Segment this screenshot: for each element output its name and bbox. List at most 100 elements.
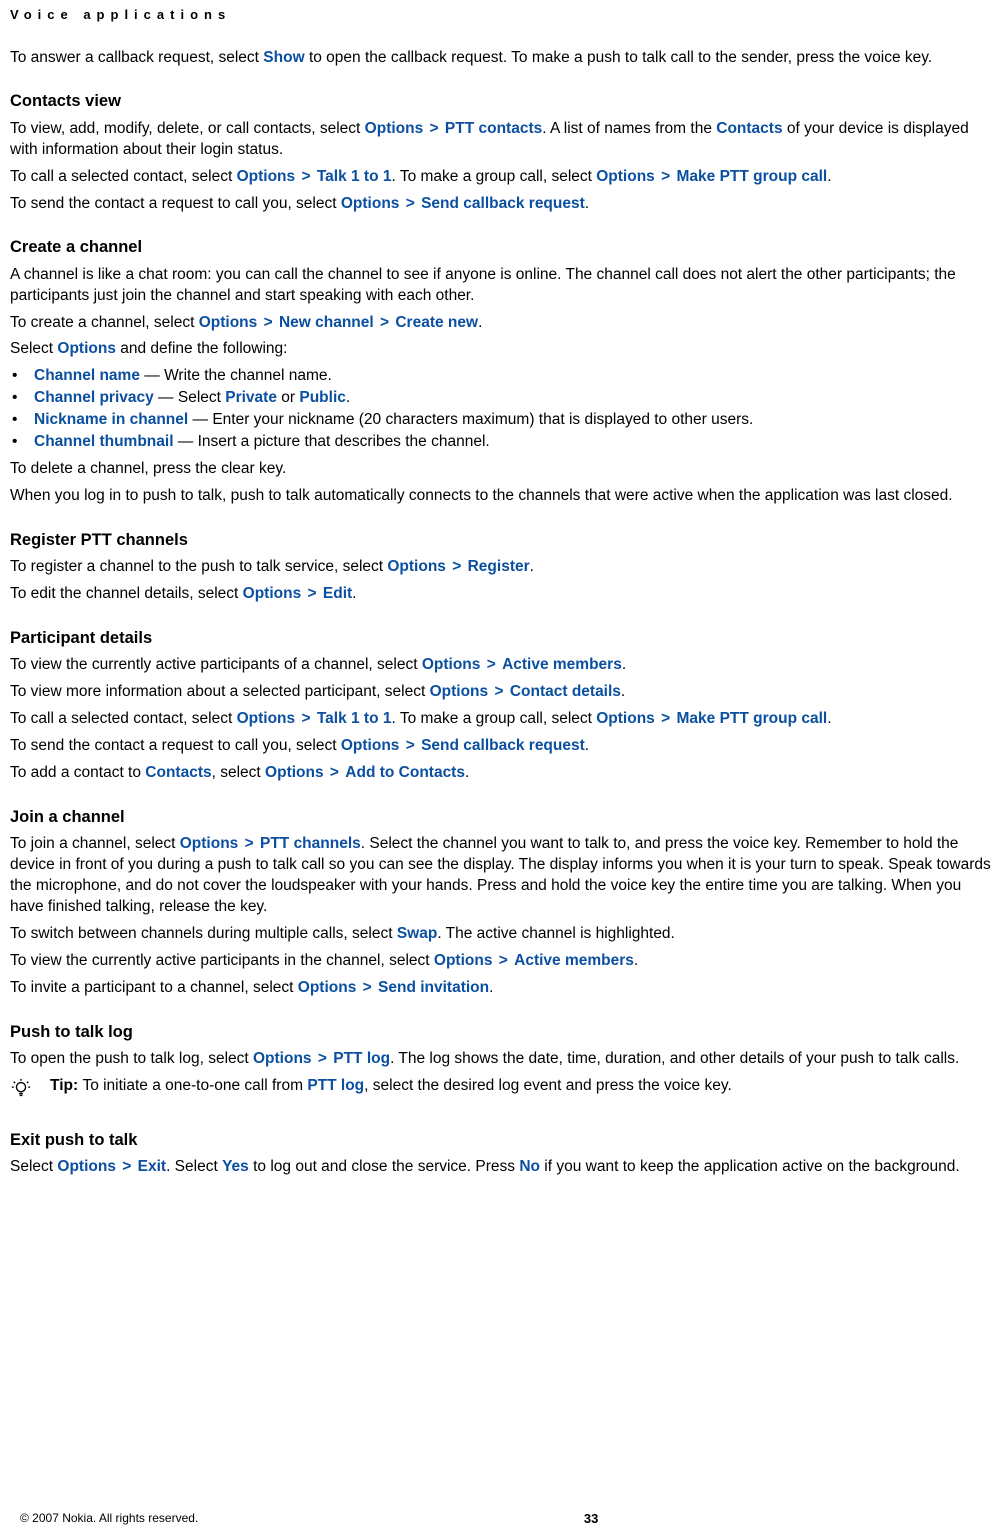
menu-option: Private xyxy=(225,389,277,406)
menu-option: Options xyxy=(237,168,296,185)
menu-option: Show xyxy=(263,49,304,66)
menu-option: Options xyxy=(430,683,489,700)
separator: > xyxy=(301,585,323,602)
page-number: 33 xyxy=(584,1510,598,1528)
menu-option: Channel name xyxy=(34,367,140,384)
page-footer: © 2007 Nokia. All rights reserved. 33 xyxy=(20,1510,985,1528)
text: To view, add, modify, delete, or call co… xyxy=(10,120,365,137)
menu-option: Contacts xyxy=(145,764,211,781)
paragraph: To invite a participant to a channel, se… xyxy=(10,978,995,999)
tip-label: Tip: xyxy=(50,1077,82,1094)
menu-option: Options xyxy=(422,656,481,673)
separator: > xyxy=(295,710,317,727)
text: To view the currently active participant… xyxy=(10,952,434,969)
text: — Insert a picture that describes the ch… xyxy=(174,433,490,450)
text: — Write the channel name. xyxy=(140,367,332,384)
paragraph: To view the currently active participant… xyxy=(10,951,995,972)
text: To view the currently active participant… xyxy=(10,656,422,673)
text: to open the callback request. To make a … xyxy=(305,49,933,66)
menu-option: Add to Contacts xyxy=(345,764,465,781)
text: . xyxy=(827,710,831,727)
list-item: Nickname in channel — Enter your nicknam… xyxy=(10,410,995,431)
menu-option: Options xyxy=(341,737,400,754)
text: if you want to keep the application acti… xyxy=(540,1158,960,1175)
separator: > xyxy=(655,168,677,185)
paragraph: To view more information about a selecte… xyxy=(10,682,995,703)
text: to log out and close the service. Press xyxy=(249,1158,520,1175)
paragraph: Select Options > Exit. Select Yes to log… xyxy=(10,1157,995,1178)
section-heading: Push to talk log xyxy=(10,1021,995,1043)
separator: > xyxy=(423,120,445,137)
bullet-list: Channel name — Write the channel name. C… xyxy=(10,366,995,453)
paragraph: To answer a callback request, select Sho… xyxy=(10,48,995,69)
section-heading: Create a channel xyxy=(10,236,995,258)
paragraph: To switch between channels during multip… xyxy=(10,924,995,945)
list-item: Channel thumbnail — Insert a picture tha… xyxy=(10,432,995,453)
paragraph: To send the contact a request to call yo… xyxy=(10,736,995,757)
text: — Select xyxy=(154,389,226,406)
text: To send the contact a request to call yo… xyxy=(10,737,341,754)
tip-row: Tip: To initiate a one-to-one call from … xyxy=(10,1076,995,1107)
tip-text: Tip: To initiate a one-to-one call from … xyxy=(50,1076,732,1097)
text: Select xyxy=(10,1158,57,1175)
text: To answer a callback request, select xyxy=(10,49,263,66)
separator: > xyxy=(257,314,279,331)
text: — Enter your nickname (20 characters max… xyxy=(188,411,753,428)
page: Voice applications To answer a callback … xyxy=(10,0,995,1534)
text: . To make a group call, select xyxy=(391,168,596,185)
menu-option: Options xyxy=(434,952,493,969)
text: . xyxy=(622,656,626,673)
menu-option: PTT channels xyxy=(260,835,361,852)
text: . xyxy=(585,737,589,754)
separator: > xyxy=(399,195,421,212)
text: To initiate a one-to-one call from xyxy=(82,1077,307,1094)
text: To create a channel, select xyxy=(10,314,199,331)
menu-option: Options xyxy=(237,710,296,727)
text: and define the following: xyxy=(116,340,287,357)
separator: > xyxy=(446,558,468,575)
menu-option: New channel xyxy=(279,314,374,331)
menu-option: Options xyxy=(596,168,655,185)
menu-option: Options xyxy=(298,979,357,996)
text: . xyxy=(489,979,493,996)
menu-option: Exit xyxy=(138,1158,166,1175)
list-item: Channel privacy — Select Private or Publ… xyxy=(10,388,995,409)
menu-option: Options xyxy=(253,1050,312,1067)
text: . xyxy=(827,168,831,185)
menu-option: Create new xyxy=(395,314,478,331)
text: . xyxy=(352,585,356,602)
text: To edit the channel details, select xyxy=(10,585,243,602)
separator: > xyxy=(480,656,502,673)
menu-option: No xyxy=(519,1158,540,1175)
copyright: © 2007 Nokia. All rights reserved. xyxy=(20,1510,198,1528)
paragraph: To add a contact to Contacts, select Opt… xyxy=(10,763,995,784)
paragraph: To register a channel to the push to tal… xyxy=(10,557,995,578)
separator: > xyxy=(312,1050,334,1067)
text: . xyxy=(634,952,638,969)
menu-option: Contacts xyxy=(716,120,782,137)
separator: > xyxy=(324,764,346,781)
text: To register a channel to the push to tal… xyxy=(10,558,387,575)
menu-option: Swap xyxy=(397,925,437,942)
section-heading: Join a channel xyxy=(10,806,995,828)
paragraph: Select Options and define the following: xyxy=(10,339,995,360)
text: . xyxy=(346,389,350,406)
text: To call a selected contact, select xyxy=(10,168,237,185)
text: To send the contact a request to call yo… xyxy=(10,195,341,212)
separator: > xyxy=(116,1158,138,1175)
menu-option: Options xyxy=(199,314,258,331)
page-header: Voice applications xyxy=(10,0,995,42)
separator: > xyxy=(356,979,378,996)
text: To invite a participant to a channel, se… xyxy=(10,979,298,996)
text: Select xyxy=(10,340,57,357)
paragraph: A channel is like a chat room: you can c… xyxy=(10,265,995,307)
menu-option: Active members xyxy=(514,952,634,969)
paragraph: To call a selected contact, select Optio… xyxy=(10,709,995,730)
menu-option: Make PTT group call xyxy=(676,168,827,185)
text: . xyxy=(530,558,534,575)
menu-option: PTT log xyxy=(333,1050,390,1067)
list-item: Channel name — Write the channel name. xyxy=(10,366,995,387)
menu-option: Contact details xyxy=(510,683,621,700)
section-heading: Exit push to talk xyxy=(10,1129,995,1151)
separator: > xyxy=(374,314,396,331)
